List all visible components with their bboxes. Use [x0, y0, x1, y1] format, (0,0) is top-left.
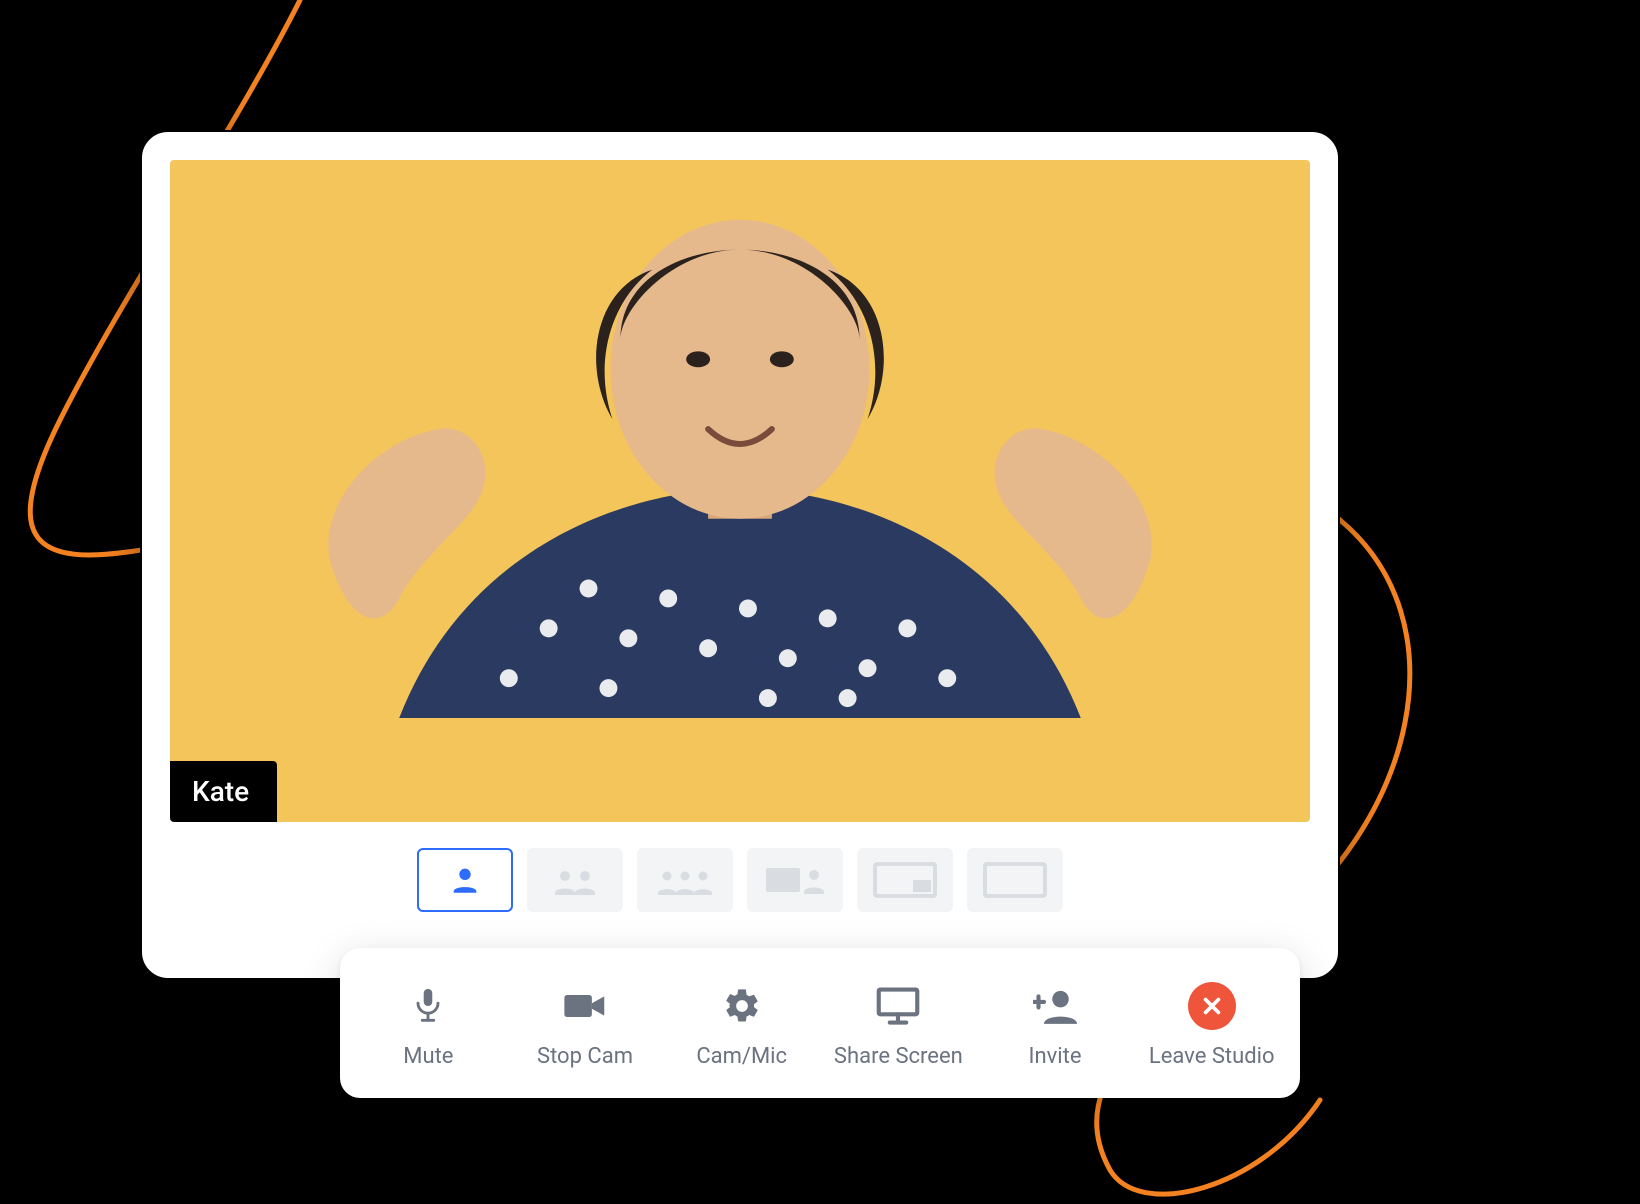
- stop-cam-label: Stop Cam: [537, 1044, 633, 1069]
- microphone-icon: [404, 982, 452, 1030]
- studio-window: Kate: [140, 130, 1340, 980]
- gear-icon: [718, 982, 766, 1030]
- mute-button[interactable]: Mute: [350, 966, 507, 1084]
- layout-option-single[interactable]: [417, 848, 513, 912]
- leave-studio-button[interactable]: Leave Studio: [1133, 966, 1290, 1084]
- two-people-icon: [547, 863, 603, 897]
- participant-name-tag: Kate: [170, 761, 277, 822]
- cam-mic-button[interactable]: Cam/Mic: [663, 966, 820, 1084]
- layout-option-screen-only[interactable]: [967, 848, 1063, 912]
- mute-label: Mute: [403, 1044, 453, 1069]
- invite-button[interactable]: Invite: [977, 966, 1134, 1084]
- main-video-tile: Kate: [170, 160, 1310, 822]
- participant-video-placeholder: [170, 160, 1310, 718]
- camera-icon: [561, 982, 609, 1030]
- stop-cam-button[interactable]: Stop Cam: [507, 966, 664, 1084]
- cam-mic-label: Cam/Mic: [696, 1044, 787, 1069]
- screen-person-icon: [760, 860, 830, 900]
- monitor-icon: [874, 982, 922, 1030]
- share-screen-label: Share Screen: [834, 1044, 963, 1069]
- participant-name-label: Kate: [192, 775, 249, 808]
- layout-option-three-up[interactable]: [637, 848, 733, 912]
- controls-toolbar: Mute Stop Cam Cam/Mic Share Screen: [340, 948, 1300, 1098]
- share-screen-button[interactable]: Share Screen: [820, 966, 977, 1084]
- leave-studio-label: Leave Studio: [1149, 1044, 1275, 1069]
- person-icon: [448, 863, 482, 897]
- add-person-icon: [1031, 982, 1079, 1030]
- layout-switcher: [170, 822, 1310, 938]
- layout-option-screen-pip[interactable]: [857, 848, 953, 912]
- close-icon: [1188, 982, 1236, 1030]
- invite-label: Invite: [1029, 1044, 1082, 1069]
- screen-only-icon: [979, 858, 1051, 902]
- screen-pip-icon: [869, 858, 941, 902]
- layout-option-screen-plus-one[interactable]: [747, 848, 843, 912]
- three-people-icon: [653, 863, 717, 897]
- layout-option-two-up[interactable]: [527, 848, 623, 912]
